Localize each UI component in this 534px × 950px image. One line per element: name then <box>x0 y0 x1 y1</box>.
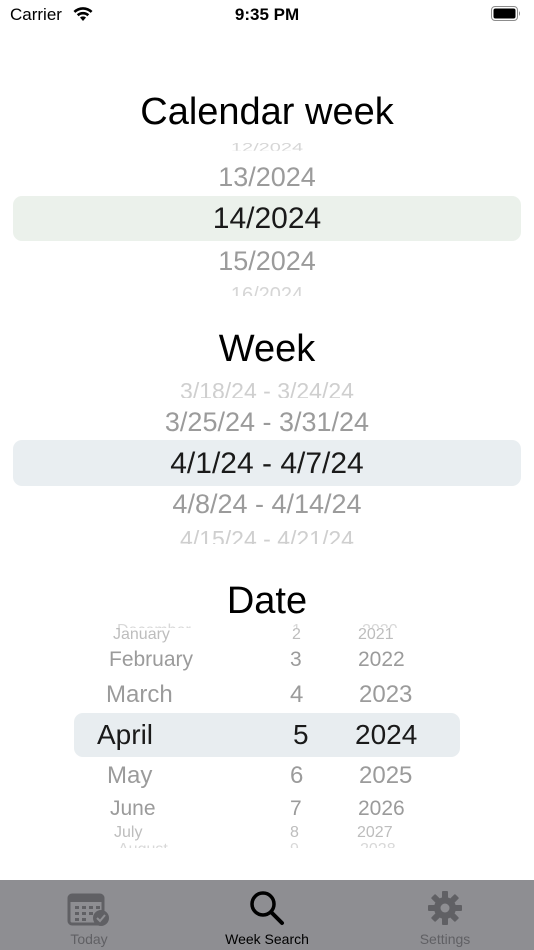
picker-row[interactable]: August <box>118 841 168 848</box>
picker-row[interactable]: 8 <box>290 824 299 842</box>
picker-row-selected[interactable]: 5 <box>293 719 309 751</box>
picker-row-selected[interactable]: 14/2024 <box>0 202 534 236</box>
picker-row[interactable]: 4/8/24 - 4/14/24 <box>0 489 534 520</box>
picker-row[interactable]: 15/2024 <box>0 246 534 277</box>
calendar-week-title: Calendar week <box>140 91 394 133</box>
picker-row[interactable]: 2026 <box>358 797 405 821</box>
picker-row[interactable]: 2023 <box>359 681 412 709</box>
gear-icon <box>428 891 462 925</box>
picker-row[interactable]: January <box>113 626 170 644</box>
picker-row[interactable]: 2027 <box>357 824 393 842</box>
picker-row[interactable]: 2021 <box>358 626 394 644</box>
tab-label: Settings <box>419 931 471 947</box>
picker-row[interactable]: 12/2024 <box>0 141 534 151</box>
picker-row[interactable]: 16/2024 <box>0 284 534 296</box>
picker-row[interactable]: July <box>114 824 142 842</box>
picker-row[interactable]: 4/15/24 - 4/21/24 <box>0 526 534 544</box>
tab-week-search[interactable]: Week Search <box>178 880 356 950</box>
picker-row[interactable]: 7 <box>290 797 302 821</box>
picker-row[interactable]: June <box>110 797 156 821</box>
tab-today[interactable]: Today <box>0 880 178 950</box>
picker-row[interactable]: 2022 <box>358 648 405 672</box>
picker-row[interactable]: May <box>107 762 152 790</box>
week-title: Week <box>218 328 316 370</box>
picker-row[interactable]: 3/25/24 - 3/31/24 <box>0 407 534 438</box>
picker-row[interactable]: 4 <box>290 681 303 709</box>
picker-row[interactable]: 3/18/24 - 3/24/24 <box>0 378 534 398</box>
picker-row[interactable]: February <box>109 648 193 672</box>
calendar-check-icon <box>67 893 109 926</box>
picker-row[interactable]: March <box>106 681 173 709</box>
picker-row[interactable]: 6 <box>290 762 303 790</box>
picker-row[interactable]: 13/2024 <box>0 162 534 193</box>
search-icon <box>250 891 284 925</box>
status-bar: Carrier 9:35 PM <box>0 0 534 30</box>
tab-settings[interactable]: Settings <box>356 880 534 950</box>
picker-row-selected[interactable]: April <box>97 719 153 751</box>
battery-icon <box>491 6 520 21</box>
tab-label: Week Search <box>225 931 309 947</box>
picker-row[interactable]: 9 <box>290 841 299 848</box>
picker-row-selected[interactable]: 4/1/24 - 4/7/24 <box>0 447 534 481</box>
picker-row-selected[interactable]: 2024 <box>355 719 417 751</box>
date-title: Date <box>226 580 308 622</box>
picker-row[interactable]: 2025 <box>359 762 412 790</box>
picker-row[interactable]: 2028 <box>360 841 396 848</box>
status-time: 9:35 PM <box>234 5 300 24</box>
tab-label: Today <box>70 931 108 947</box>
picker-row[interactable]: 3 <box>290 648 302 672</box>
picker-row[interactable]: 2 <box>292 626 301 644</box>
tab-bar: Today Week Search Settings <box>0 880 534 950</box>
